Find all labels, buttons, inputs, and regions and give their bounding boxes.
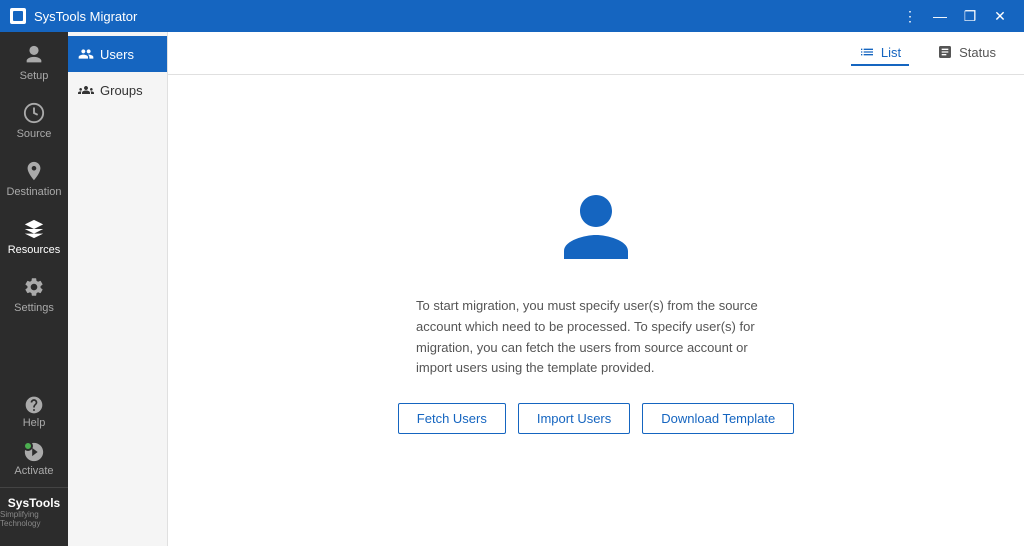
download-template-button[interactable]: Download Template xyxy=(642,403,794,434)
import-users-button[interactable]: Import Users xyxy=(518,403,630,434)
activate-icon-wrap xyxy=(23,441,45,463)
empty-state: To start migration, you must specify use… xyxy=(168,75,1024,546)
action-buttons: Fetch Users Import Users Download Templa… xyxy=(398,403,794,434)
sidebar-destination-label: Destination xyxy=(6,186,61,198)
destination-icon xyxy=(23,160,45,182)
help-label: Help xyxy=(23,417,46,429)
resources-icon xyxy=(23,218,45,240)
app-title: SysTools Migrator xyxy=(34,9,137,24)
sidebar-resources-label: Resources xyxy=(8,244,61,256)
title-bar: SysTools Migrator ⋮ — ❐ ✕ xyxy=(0,0,1024,32)
main-content: List Status To start migration, you must… xyxy=(168,32,1024,546)
fetch-users-button[interactable]: Fetch Users xyxy=(398,403,506,434)
sidebar-bottom: Help Activate SysTools Simplifying Techn… xyxy=(0,385,68,546)
tab-list[interactable]: List xyxy=(851,40,909,66)
app-icon xyxy=(10,8,26,24)
users-icon xyxy=(78,46,94,62)
groups-icon xyxy=(78,82,94,98)
sidebar-source-label: Source xyxy=(17,128,52,140)
sidebar-item-setup[interactable]: Setup xyxy=(0,32,68,90)
list-icon xyxy=(859,44,875,60)
tab-list-label: List xyxy=(881,45,901,60)
status-icon xyxy=(937,44,953,60)
sidebar-item-resources[interactable]: Resources xyxy=(0,206,68,264)
source-icon xyxy=(23,102,45,124)
menu-button[interactable]: ⋮ xyxy=(896,2,924,30)
sidebar-item-activate[interactable]: Activate xyxy=(0,435,68,487)
sidebar-logo: SysTools Simplifying Technology xyxy=(0,487,68,538)
setup-icon xyxy=(23,44,45,66)
logo-sub: Simplifying Technology xyxy=(0,510,68,528)
title-bar-left: SysTools Migrator xyxy=(10,8,137,24)
sub-item-groups-label: Groups xyxy=(100,83,143,98)
empty-state-description: To start migration, you must specify use… xyxy=(416,296,776,379)
sidebar-item-help[interactable]: Help xyxy=(0,385,68,435)
sidebar: Setup Source Destination Resources Setti… xyxy=(0,32,68,546)
sub-item-users-label: Users xyxy=(100,47,134,62)
top-bar: List Status xyxy=(168,32,1024,75)
sub-item-users[interactable]: Users xyxy=(68,36,167,72)
logo-text: SysTools xyxy=(8,496,60,510)
app-body: Setup Source Destination Resources Setti… xyxy=(0,32,1024,546)
activate-label: Activate xyxy=(14,465,53,477)
settings-icon xyxy=(23,276,45,298)
sidebar-item-source[interactable]: Source xyxy=(0,90,68,148)
restore-button[interactable]: ❐ xyxy=(956,2,984,30)
sub-sidebar: Users Groups xyxy=(68,32,168,546)
sidebar-item-destination[interactable]: Destination xyxy=(0,148,68,206)
tab-status[interactable]: Status xyxy=(929,40,1004,66)
sidebar-item-settings[interactable]: Settings xyxy=(0,264,68,322)
sidebar-settings-label: Settings xyxy=(14,302,54,314)
window-controls: ⋮ — ❐ ✕ xyxy=(896,2,1014,30)
minimize-button[interactable]: — xyxy=(926,2,954,30)
help-icon xyxy=(24,395,44,415)
sidebar-setup-label: Setup xyxy=(20,70,49,82)
activate-green-dot xyxy=(23,441,33,451)
user-avatar-icon xyxy=(556,187,636,296)
tab-status-label: Status xyxy=(959,45,996,60)
sub-item-groups[interactable]: Groups xyxy=(68,72,167,108)
avatar-svg xyxy=(556,187,636,267)
close-button[interactable]: ✕ xyxy=(986,2,1014,30)
